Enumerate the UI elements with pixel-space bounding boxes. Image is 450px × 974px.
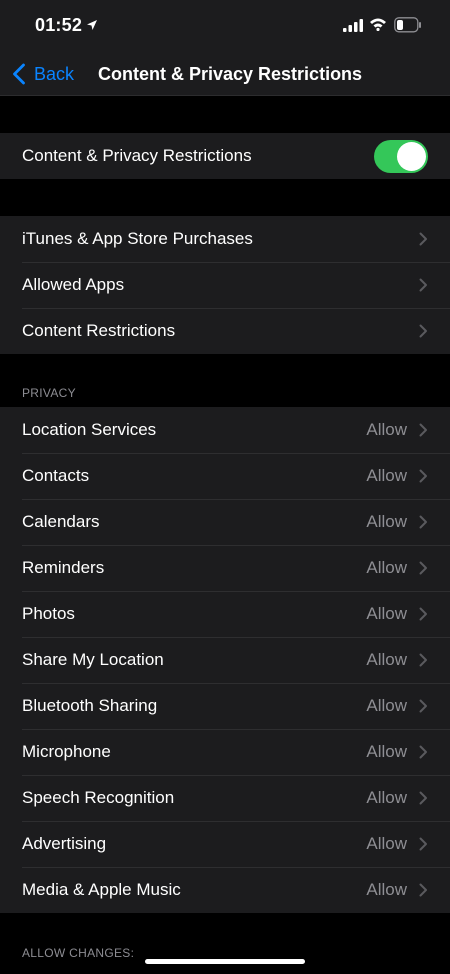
chevron-right-icon (419, 653, 427, 667)
status-bar: 01:52 (0, 0, 450, 52)
row-label: Contacts (22, 466, 90, 485)
row-label: Allowed Apps (22, 275, 125, 294)
location-arrow-icon (86, 18, 98, 36)
wifi-icon (369, 17, 387, 36)
row-label: iTunes & App Store Purchases (22, 229, 253, 248)
itunes-app-store-purchases-row[interactable]: iTunes & App Store Purchases (0, 216, 450, 262)
cellular-signal-icon (343, 19, 363, 37)
privacy-row-reminders[interactable]: Reminders Allow (0, 545, 450, 591)
chevron-right-icon (419, 699, 427, 713)
row-value: Allow (366, 696, 407, 715)
row-value: Allow (366, 420, 407, 439)
content-restrictions-row[interactable]: Content Restrictions (0, 308, 450, 354)
navigation-bar: Back Content & Privacy Restrictions (0, 52, 450, 96)
row-value: Allow (366, 466, 407, 485)
row-value: Allow (366, 604, 407, 623)
privacy-row-microphone[interactable]: Microphone Allow (0, 729, 450, 775)
row-label: Microphone (22, 742, 111, 761)
privacy-row-photos[interactable]: Photos Allow (0, 591, 450, 637)
row-label: Speech Recognition (22, 788, 175, 807)
row-label: Calendars (22, 512, 100, 531)
battery-icon (394, 17, 422, 38)
row-label: Media & Apple Music (22, 880, 181, 899)
chevron-right-icon (419, 791, 427, 805)
privacy-row-contacts[interactable]: Contacts Allow (0, 453, 450, 499)
status-time: 01:52 (35, 15, 83, 35)
privacy-row-calendars[interactable]: Calendars Allow (0, 499, 450, 545)
home-indicator[interactable] (145, 959, 305, 964)
page-title: Content & Privacy Restrictions (98, 64, 363, 84)
toggle-knob (397, 141, 426, 171)
chevron-right-icon (419, 837, 427, 851)
row-value: Allow (366, 880, 407, 899)
allowed-apps-row[interactable]: Allowed Apps (0, 262, 450, 308)
row-label: Reminders (22, 558, 105, 577)
row-value: Allow (366, 788, 407, 807)
store-settings-group: iTunes & App Store Purchases Allowed App… (0, 216, 450, 354)
row-label: Bluetooth Sharing (22, 696, 158, 715)
privacy-row-location-services[interactable]: Location Services Allow (0, 407, 450, 453)
privacy-row-media-apple-music[interactable]: Media & Apple Music Allow (0, 867, 450, 913)
chevron-right-icon (419, 515, 427, 529)
row-value: Allow (366, 558, 407, 577)
master-toggle-group: Content & Privacy Restrictions (0, 133, 450, 179)
privacy-section-header: PRIVACY (22, 386, 76, 400)
chevron-right-icon (419, 561, 427, 575)
back-button[interactable]: Back (12, 52, 74, 96)
chevron-right-icon (419, 607, 427, 621)
master-toggle-row: Content & Privacy Restrictions (0, 133, 450, 179)
master-toggle-label: Content & Privacy Restrictions (22, 146, 252, 165)
allow-changes-section-header: ALLOW CHANGES: (22, 946, 135, 960)
row-value: Allow (366, 650, 407, 669)
chevron-right-icon (419, 324, 427, 338)
chevron-right-icon (419, 423, 427, 437)
chevron-right-icon (419, 278, 427, 292)
back-label: Back (34, 63, 75, 84)
privacy-row-share-my-location[interactable]: Share My Location Allow (0, 637, 450, 683)
privacy-row-advertising[interactable]: Advertising Allow (0, 821, 450, 867)
privacy-row-bluetooth-sharing[interactable]: Bluetooth Sharing Allow (0, 683, 450, 729)
chevron-right-icon (419, 883, 427, 897)
chevron-right-icon (419, 232, 427, 246)
chevron-right-icon (419, 745, 427, 759)
row-value: Allow (366, 834, 407, 853)
row-label: Advertising (22, 834, 107, 853)
row-value: Allow (366, 742, 407, 761)
chevron-left-icon (13, 63, 25, 85)
privacy-settings-group: Location Services Allow Contacts Allow C… (0, 407, 450, 913)
row-label: Content Restrictions (22, 321, 176, 340)
privacy-row-speech-recognition[interactable]: Speech Recognition Allow (0, 775, 450, 821)
row-label: Photos (22, 604, 75, 623)
row-label: Location Services (22, 420, 157, 439)
content-privacy-toggle[interactable] (374, 139, 428, 173)
chevron-right-icon (419, 469, 427, 483)
row-label: Share My Location (22, 650, 164, 669)
screen: 01:52 Back Content & Privacy Restriction… (0, 0, 450, 974)
row-value: Allow (366, 512, 407, 531)
